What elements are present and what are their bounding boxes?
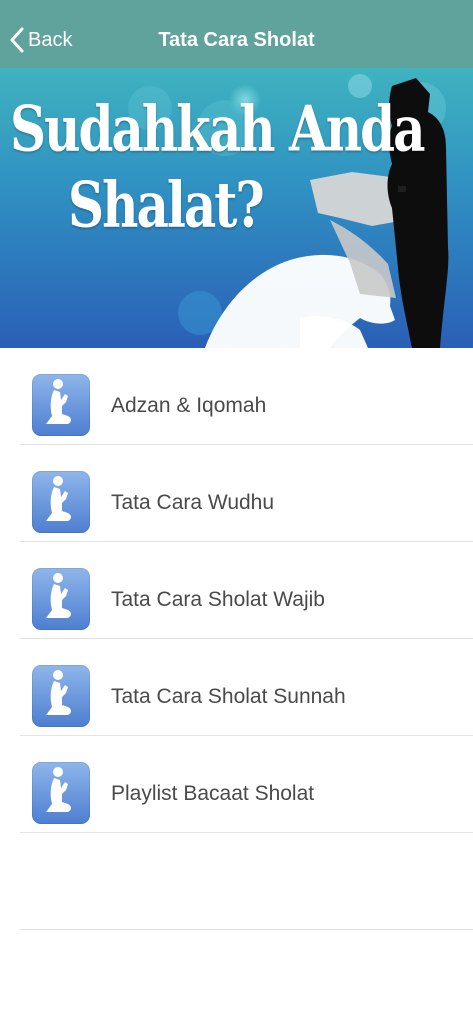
praying-person-icon [32, 471, 90, 533]
menu-item-tata-cara-wudhu[interactable]: Tata Cara Wudhu [20, 445, 473, 542]
praying-person-icon [32, 665, 90, 727]
menu-list: Adzan & Iqomah Tata Cara Wudhu Tata Cara… [0, 348, 473, 930]
praying-person-icon [32, 762, 90, 824]
menu-item-sholat-wajib[interactable]: Tata Cara Sholat Wajib [20, 542, 473, 639]
menu-item-label: Playlist Bacaat Sholat [111, 782, 315, 805]
menu-item-playlist-bacaat-sholat[interactable]: Playlist Bacaat Sholat [20, 736, 473, 833]
app-screen: Back Tata Cara Sholat Sudahkah Anda Shal… [0, 0, 473, 1024]
page-title: Tata Cara Sholat [158, 28, 315, 51]
menu-item-sholat-sunnah[interactable]: Tata Cara Sholat Sunnah [20, 639, 473, 736]
banner-headline-line1: Sudahkah Anda [10, 91, 425, 166]
menu-item-adzan-iqomah[interactable]: Adzan & Iqomah [20, 348, 473, 445]
praying-person-icon [32, 568, 90, 630]
banner-headline: Sudahkah Anda Shalat? [10, 91, 425, 236]
praying-person-icon [32, 374, 90, 436]
menu-item-label: Tata Cara Sholat Wajib [111, 588, 325, 611]
banner-headline-line2: Shalat? [68, 167, 265, 242]
empty-list-row [20, 833, 473, 930]
menu-item-label: Tata Cara Wudhu [111, 491, 275, 514]
navigation-bar: Back Tata Cara Sholat [0, 0, 473, 68]
header-banner: Sudahkah Anda Shalat? [0, 68, 473, 348]
menu-item-label: Adzan & Iqomah [111, 394, 267, 417]
menu-item-label: Tata Cara Sholat Sunnah [111, 685, 346, 708]
